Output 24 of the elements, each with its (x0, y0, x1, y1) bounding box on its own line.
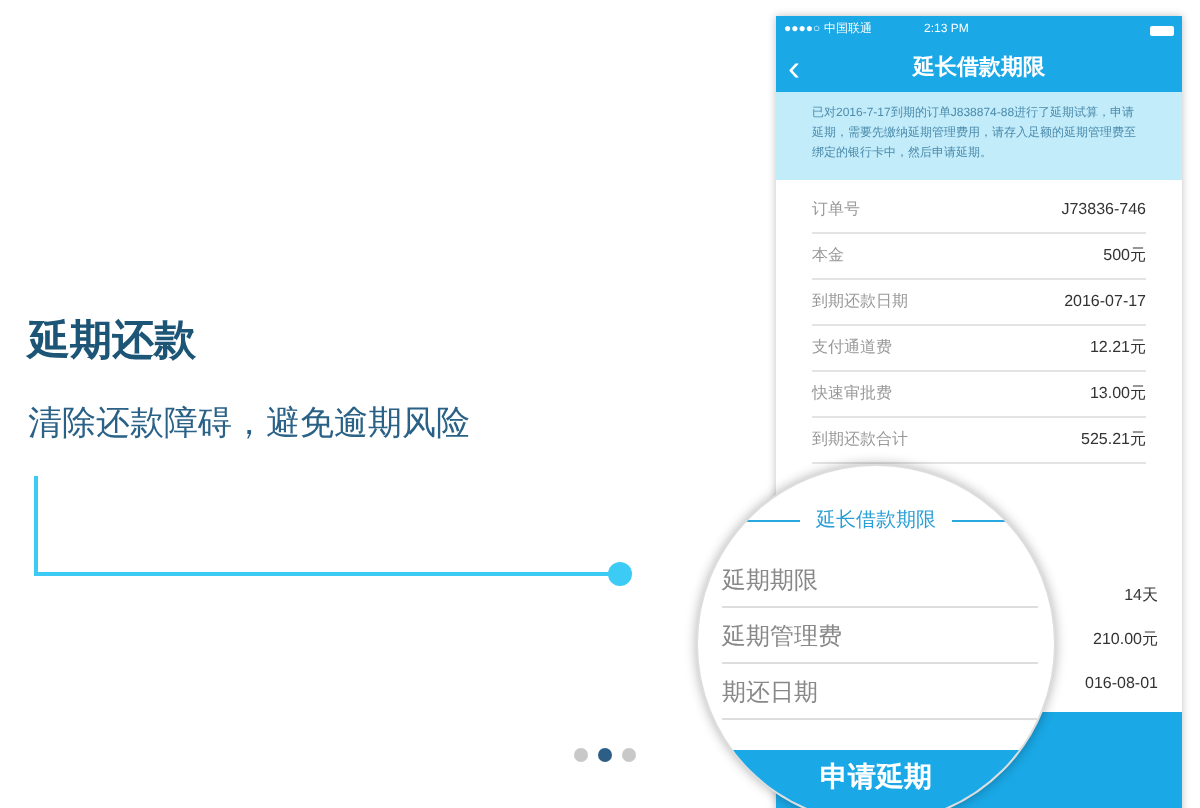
row-value: 2016-07-17 (1064, 290, 1146, 314)
row-label: 到期还款合计 (812, 428, 908, 452)
row-value: 016-08-01 (1085, 672, 1158, 696)
nav-title: 延长借款期限 (910, 53, 1047, 84)
row-label: 本金 (812, 244, 844, 268)
row-label: 订单号 (812, 198, 860, 222)
row-label: 快速审批费 (812, 382, 892, 406)
headline: 延期还款 (28, 316, 198, 368)
row-label: 延期管理费 (722, 619, 842, 653)
row-label: 期还日期 (722, 675, 818, 709)
back-button[interactable]: ‹ (788, 50, 828, 86)
row-value: 12.21元 (1089, 336, 1146, 360)
battery-icon (1150, 25, 1174, 35)
section-title: 延长借款期限 (816, 507, 936, 536)
row-label: 支付通道费 (812, 336, 892, 360)
row-label: 到期还款日期 (812, 290, 908, 314)
row-value: 210.00元 (1093, 628, 1158, 652)
row-label: 延期期限 (722, 563, 818, 597)
row-value: 500元 (1103, 244, 1146, 268)
row-value: 525.21元 (1081, 428, 1146, 452)
row-value: 14天 (1124, 584, 1158, 608)
row-value: J73836-746 (1061, 198, 1146, 222)
row-value: 13.00元 (1089, 382, 1146, 406)
subtitle: 清除还款障碍，避免逾期风险 (28, 401, 470, 445)
